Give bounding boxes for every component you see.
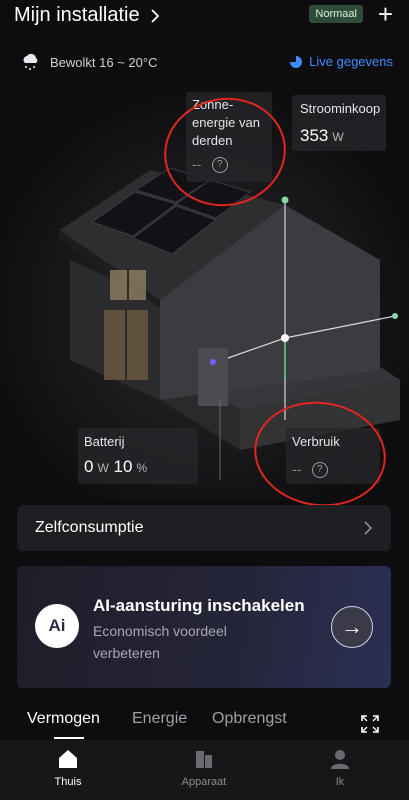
cloudy-rain-icon bbox=[23, 53, 38, 70]
weather-text: Bewolkt 16 ~ 20°C bbox=[50, 54, 158, 70]
add-icon[interactable]: + bbox=[378, 0, 393, 28]
self-consumption-row[interactable]: Zelfconsumptie bbox=[17, 505, 391, 551]
page-title-text: Mijn installatie bbox=[14, 4, 140, 26]
ai-subtitle: Economisch voordeel verbeteren bbox=[93, 623, 227, 661]
nav-item-home[interactable]: Thuis bbox=[28, 748, 108, 788]
tab-underline bbox=[54, 737, 84, 739]
battery-soc-value: 10 bbox=[113, 457, 133, 476]
ai-logo: Ai bbox=[35, 604, 79, 648]
battery-card[interactable]: Batterij 0W 10% bbox=[78, 428, 198, 484]
tab-vermogen[interactable]: Vermogen bbox=[27, 710, 100, 728]
live-data-label: Live gegevens bbox=[309, 54, 393, 69]
nav-item-device[interactable]: Apparaat bbox=[164, 748, 244, 788]
nav-label-device: Apparaat bbox=[181, 776, 227, 788]
user-icon bbox=[331, 750, 349, 769]
status-badge: Normaal bbox=[309, 5, 363, 23]
tab-bar: Vermogen Energie Opbrengst bbox=[0, 708, 409, 740]
nav-label-home: Thuis bbox=[54, 776, 82, 788]
battery-label: Batterij bbox=[84, 434, 125, 449]
pie-clock-icon bbox=[290, 55, 303, 68]
ai-control-card[interactable]: Ai AI-aansturing inschakelen Economisch … bbox=[17, 566, 391, 688]
nav-item-profile[interactable]: Ik bbox=[300, 748, 380, 788]
arrow-right-icon[interactable]: → bbox=[331, 606, 373, 648]
grid-import-unit: W bbox=[332, 130, 344, 144]
chevron-right-icon bbox=[364, 521, 373, 535]
ai-title: AI-aansturing inschakelen bbox=[93, 596, 305, 615]
grid-import-card[interactable]: Stroominkoop 353 W bbox=[292, 95, 386, 151]
expand-icon[interactable] bbox=[360, 714, 380, 734]
self-consumption-label: Zelfconsumptie bbox=[35, 519, 144, 536]
chevron-right-icon bbox=[150, 8, 159, 23]
weather-row: Bewolkt 16 ~ 20°C bbox=[20, 52, 157, 72]
page-title[interactable]: Mijn installatie bbox=[14, 4, 160, 27]
battery-soc-unit: % bbox=[136, 461, 148, 475]
nav-label-profile: Ik bbox=[335, 776, 345, 788]
tab-opbrengst[interactable]: Opbrengst bbox=[212, 710, 287, 728]
live-data-button[interactable]: Live gegevens bbox=[289, 54, 393, 69]
grid-import-value: 353 bbox=[300, 126, 329, 145]
bottom-navigation: Thuis Apparaat Ik bbox=[0, 740, 409, 800]
battery-power-value: 0 bbox=[84, 457, 94, 476]
device-icon bbox=[196, 751, 212, 768]
battery-power-unit: W bbox=[97, 461, 109, 475]
tab-energie[interactable]: Energie bbox=[132, 710, 187, 728]
home-icon bbox=[59, 750, 77, 768]
grid-import-label: Stroominkoop bbox=[300, 101, 381, 116]
